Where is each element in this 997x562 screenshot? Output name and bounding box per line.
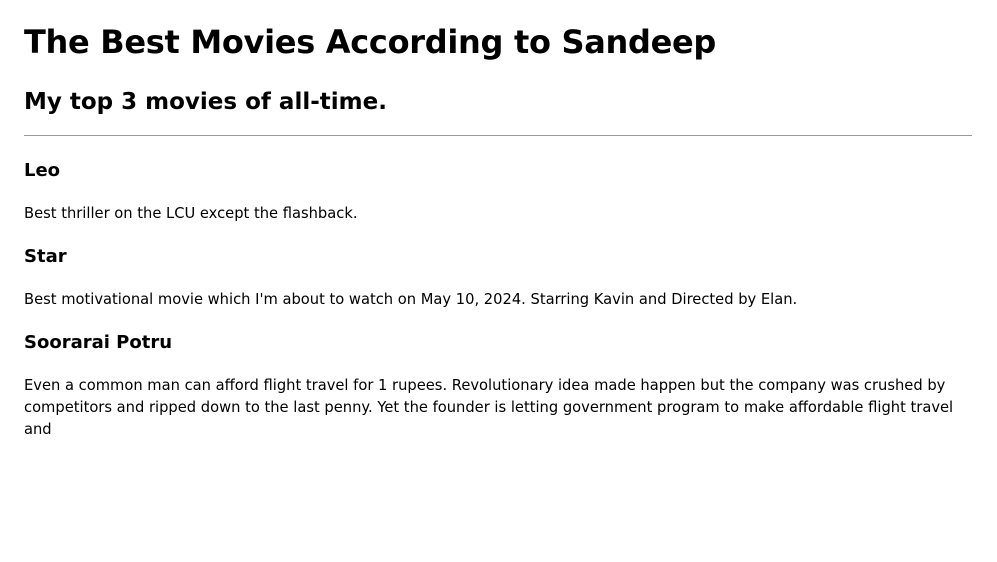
movie-description-soorarai-potru: Even a common man can afford flight trav… xyxy=(24,377,954,438)
page-title: The Best Movies According to Sandeep xyxy=(24,23,717,61)
movie-title-soorarai-potru: Soorarai Potru xyxy=(24,332,173,353)
divider xyxy=(24,135,972,136)
movie-title-star: Star xyxy=(24,246,67,267)
movie-description-star: Best motivational movie which I'm about … xyxy=(24,291,798,308)
page: The Best Movies According to Sandeep My … xyxy=(0,0,997,562)
movie-title-leo: Leo xyxy=(24,160,61,181)
movie-description-leo: Best thriller on the LCU except the flas… xyxy=(24,205,358,222)
page-subtitle: My top 3 movies of all-time. xyxy=(24,89,387,115)
